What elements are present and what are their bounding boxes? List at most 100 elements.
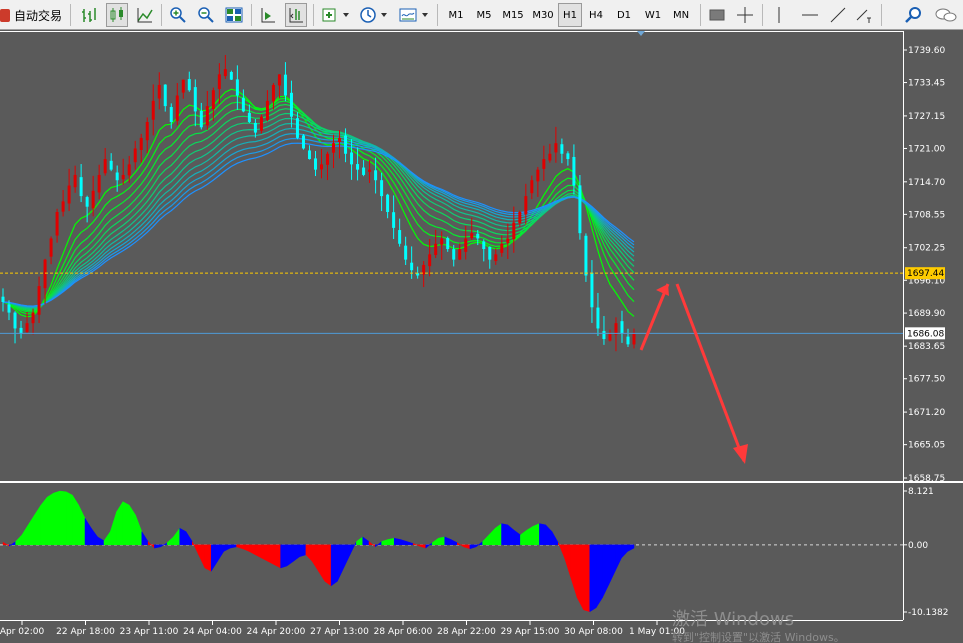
candle-body bbox=[362, 167, 366, 175]
templates-button[interactable] bbox=[396, 3, 432, 27]
chart-window[interactable]: 1739.60 1733.45 1727.15 1721.00 1714.70 1708.… bbox=[0, 30, 963, 643]
price-tick-label: 1708.55 bbox=[908, 210, 945, 220]
crosshair-icon bbox=[737, 7, 753, 23]
price-tick-label: 1671.20 bbox=[908, 408, 945, 418]
chat-button[interactable] bbox=[933, 3, 959, 27]
candle-body bbox=[548, 153, 552, 161]
oscillator-tick-label: 8.121 bbox=[908, 487, 934, 497]
timeframe-mn-button[interactable]: MN bbox=[668, 3, 694, 27]
candle-body bbox=[67, 185, 71, 204]
horizontal-line-tool-button[interactable] bbox=[798, 3, 822, 27]
auto-scroll-button[interactable] bbox=[257, 3, 279, 27]
oscillator-bar bbox=[53, 490, 61, 546]
chart-shift-button[interactable] bbox=[285, 3, 307, 27]
toolbar-separator bbox=[251, 4, 252, 26]
oscillator-bar bbox=[589, 544, 597, 613]
vertical-line-tool-button[interactable] bbox=[768, 3, 790, 27]
candle-body bbox=[85, 197, 89, 207]
candle-body bbox=[175, 95, 179, 121]
line-chart-button[interactable] bbox=[134, 3, 156, 27]
timeframe-h4-button[interactable]: H4 bbox=[584, 3, 608, 27]
candle-body bbox=[139, 137, 143, 150]
candle-body bbox=[127, 164, 131, 176]
add-indicator-icon bbox=[322, 8, 349, 22]
timeframe-w1-button[interactable]: W1 bbox=[640, 3, 666, 27]
candle-body bbox=[55, 211, 59, 236]
candle-body bbox=[602, 331, 606, 340]
activation-watermark-title: 激活 Windows bbox=[672, 609, 794, 630]
oscillator-bar bbox=[204, 544, 212, 572]
auto-trading-icon bbox=[0, 8, 10, 22]
search-button[interactable] bbox=[902, 3, 924, 27]
add-indicator-button[interactable] bbox=[319, 3, 353, 27]
candle-body bbox=[235, 79, 239, 96]
candle-body bbox=[626, 336, 630, 345]
candle-body bbox=[73, 174, 77, 188]
candle-body bbox=[458, 249, 462, 260]
price-tick-label: 1721.00 bbox=[908, 144, 945, 154]
candle-body bbox=[560, 144, 564, 154]
candle-body bbox=[500, 243, 504, 253]
price-tick-label: 1702.25 bbox=[908, 244, 945, 254]
oscillator-bar bbox=[595, 544, 603, 609]
candle-body bbox=[163, 84, 167, 107]
candle-body bbox=[518, 211, 522, 224]
timeframe-h1-button[interactable]: H1 bbox=[558, 3, 582, 27]
candle-body bbox=[488, 246, 492, 260]
candle-body bbox=[320, 164, 324, 170]
timeframe-m15-button[interactable]: M15 bbox=[499, 3, 527, 27]
candle-body bbox=[506, 238, 510, 243]
oscillator-bar bbox=[299, 544, 307, 558]
timeframe-m30-button[interactable]: M30 bbox=[529, 3, 557, 27]
rectangle-tool-button[interactable] bbox=[706, 3, 728, 27]
bar-chart-button[interactable] bbox=[78, 3, 100, 27]
tile-windows-icon bbox=[225, 7, 243, 23]
time-tick-label: 27 Apr 13:00 bbox=[310, 627, 369, 637]
timeframe-m1-button[interactable]: M1 bbox=[443, 3, 469, 27]
bar-chart-icon bbox=[82, 8, 96, 22]
candle-body bbox=[277, 74, 281, 86]
toolbar-separator bbox=[881, 4, 882, 26]
zoom-in-icon bbox=[170, 7, 186, 23]
oscillator-bar bbox=[438, 536, 445, 546]
candle-body bbox=[596, 307, 600, 329]
candlestick-button[interactable] bbox=[106, 3, 128, 27]
zoom-in-button[interactable] bbox=[167, 3, 189, 27]
candle-body bbox=[61, 201, 65, 212]
tile-windows-button[interactable] bbox=[223, 3, 245, 27]
candle-body bbox=[356, 164, 360, 170]
trendline-tool-button[interactable] bbox=[826, 3, 850, 27]
crosshair-tool-button[interactable] bbox=[733, 3, 757, 27]
candle-body bbox=[145, 121, 149, 141]
timeframe-m5-button[interactable]: M5 bbox=[471, 3, 497, 27]
timeframe-label: M1 bbox=[448, 9, 464, 21]
candle-body bbox=[404, 245, 408, 260]
search-icon bbox=[905, 7, 921, 23]
oscillator-bar bbox=[65, 491, 73, 546]
candle-body bbox=[572, 156, 576, 186]
auto-trading-button[interactable]: 自动交易 bbox=[0, 3, 62, 27]
candle-body bbox=[494, 254, 498, 262]
candle-body bbox=[482, 241, 486, 250]
toolbar-separator bbox=[313, 4, 314, 26]
timeframe-label: W1 bbox=[644, 9, 662, 21]
chart-background bbox=[0, 30, 963, 643]
candle-body bbox=[301, 135, 305, 149]
candle-body bbox=[620, 321, 624, 334]
price-tick-label: 1677.50 bbox=[908, 375, 945, 385]
time-tick-label: 22 Apr 18:00 bbox=[56, 627, 115, 637]
price-tick-label: 1727.15 bbox=[908, 112, 945, 122]
candle-body bbox=[49, 238, 53, 257]
periods-button[interactable] bbox=[357, 3, 391, 27]
horizontal-line-icon bbox=[802, 14, 818, 16]
candle-body bbox=[428, 254, 432, 267]
fibonacci-tool-button[interactable] bbox=[852, 3, 876, 27]
candle-body bbox=[380, 180, 384, 197]
timeframe-d1-button[interactable]: D1 bbox=[612, 3, 636, 27]
activation-watermark-subtitle: 转到"控制设置"以激活 Windows。 bbox=[672, 630, 845, 643]
toolbar: 自动交易 M1 M5 M15 M30 H1 H4 D1 W1 MN bbox=[0, 0, 963, 30]
candle-body bbox=[524, 196, 528, 215]
zoom-out-button[interactable] bbox=[195, 3, 217, 27]
candle-body bbox=[530, 180, 534, 194]
candle-body bbox=[307, 150, 311, 160]
